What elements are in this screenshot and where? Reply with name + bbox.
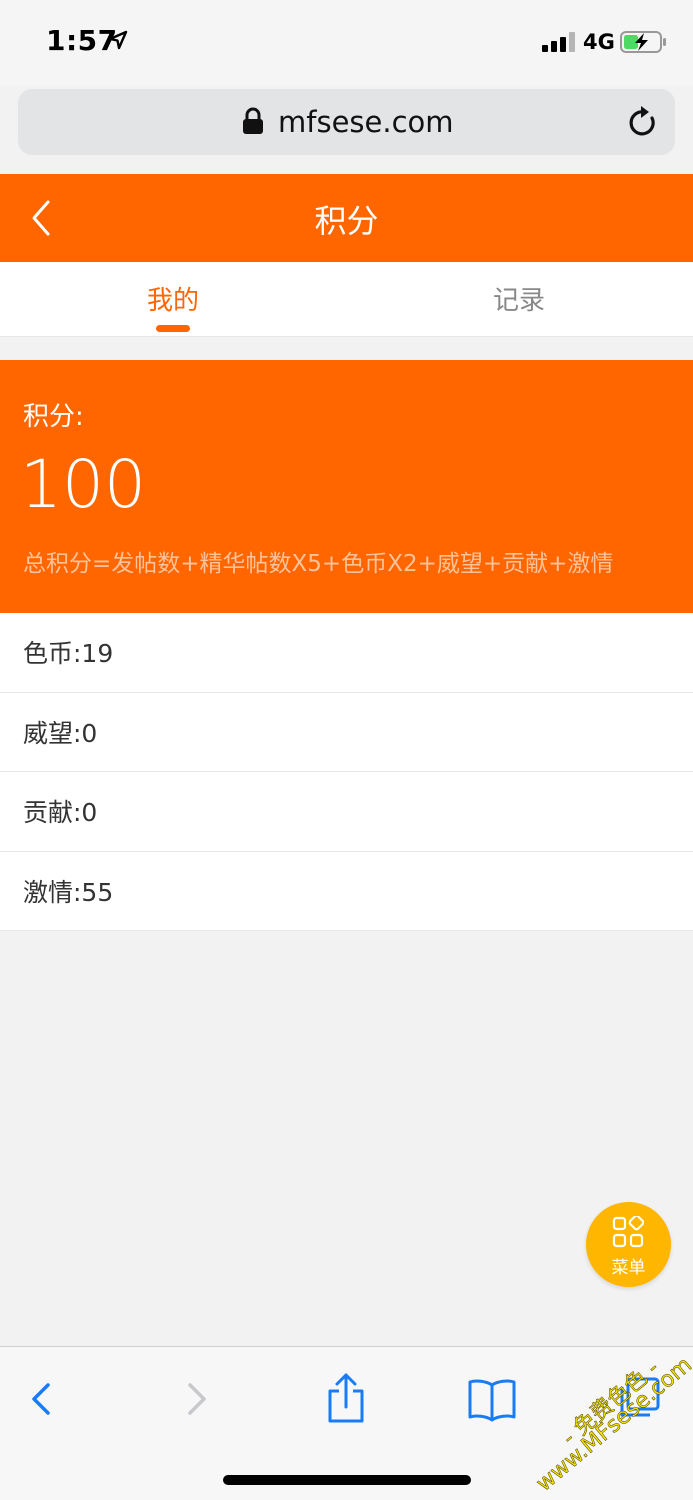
stat-row-passion: 激情:55: [0, 852, 693, 931]
active-tab-indicator: [156, 325, 190, 332]
screen: 1:57 4G mfsese.com 积分 我的 记录 积分: 100 总积分=…: [0, 0, 693, 1500]
page-title: 积分: [314, 202, 379, 240]
points-value: 100: [20, 446, 146, 523]
tab-records[interactable]: 记录: [346, 280, 692, 317]
menu-button-label: 菜单: [611, 1258, 646, 1278]
location-arrow-icon: [108, 30, 128, 50]
lock-icon: [243, 107, 263, 134]
points-label: 积分:: [23, 402, 84, 432]
points-formula: 总积分=发帖数+精华帖数X5+色币X2+威望+贡献+激情: [23, 551, 614, 577]
stat-list: 色币:19 威望:0 贡献:0 激情:55: [0, 613, 693, 931]
tabs-overview-icon[interactable]: [614, 1371, 666, 1427]
stat-row-coins: 色币:19: [0, 613, 693, 693]
tab-mine[interactable]: 我的: [0, 280, 346, 317]
share-icon[interactable]: [320, 1371, 372, 1427]
stat-row-contribution: 贡献:0: [0, 772, 693, 852]
grid-menu-icon: [612, 1216, 644, 1248]
url-text: mfsese.com: [278, 105, 454, 139]
points-card: 积分: 100 总积分=发帖数+精华帖数X5+色币X2+威望+贡献+激情: [0, 360, 693, 613]
cellular-signal-icon: [542, 32, 575, 52]
app-header: 积分: [0, 174, 693, 262]
reload-icon[interactable]: [627, 105, 659, 139]
browser-back-icon[interactable]: [16, 1371, 68, 1427]
battery-charging-icon: [620, 31, 666, 53]
network-type-label: 4G: [583, 30, 615, 54]
tab-bar: 我的 记录: [0, 262, 693, 337]
home-indicator: [223, 1475, 471, 1485]
address-bar[interactable]: mfsese.com: [18, 89, 675, 155]
browser-forward-icon[interactable]: [170, 1371, 222, 1427]
bookmarks-icon[interactable]: [466, 1371, 518, 1427]
browser-toolbar: [0, 1346, 693, 1500]
menu-button[interactable]: 菜单: [586, 1202, 671, 1287]
status-bar: 1:57 4G: [0, 0, 693, 86]
stat-row-prestige: 威望:0: [0, 693, 693, 772]
status-time: 1:57: [46, 24, 118, 57]
